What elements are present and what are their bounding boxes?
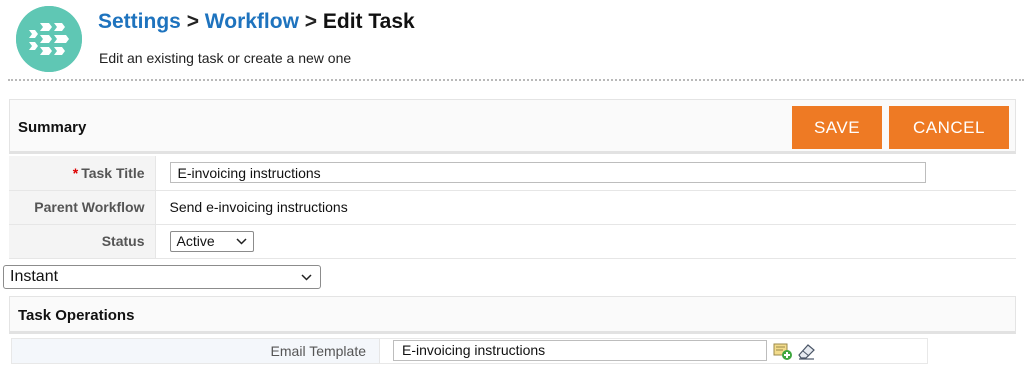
parent-workflow-row: Parent Workflow Send e-invoicing instruc… xyxy=(9,190,1016,225)
task-title-input[interactable] xyxy=(169,162,926,184)
app-logo xyxy=(16,6,82,72)
save-button[interactable]: SAVE xyxy=(792,106,882,149)
chevron-down-icon xyxy=(301,273,312,281)
chevron-down-icon xyxy=(235,237,247,245)
eraser-icon[interactable] xyxy=(796,341,818,361)
logo-arrows-icon xyxy=(16,6,82,72)
breadcrumb-separator: > xyxy=(186,10,199,33)
parent-workflow-value: Send e-invoicing instructions xyxy=(155,190,1016,225)
trigger-selected-value: Instant xyxy=(10,268,59,285)
header-divider xyxy=(8,79,1024,81)
task-operations-header: Task Operations xyxy=(9,296,1016,334)
breadcrumb-separator: > xyxy=(304,10,318,33)
summary-title: Summary xyxy=(18,119,87,136)
add-template-icon[interactable] xyxy=(772,341,794,361)
email-template-field[interactable]: E-invoicing instructions xyxy=(393,340,767,361)
status-row: Status Active xyxy=(9,224,1016,259)
parent-workflow-label: Parent Workflow xyxy=(9,190,156,225)
status-select[interactable]: Active xyxy=(169,230,254,252)
breadcrumb-settings-link[interactable]: Settings xyxy=(98,10,181,33)
email-template-row: Email Template E-invoicing instructions xyxy=(11,338,928,364)
cancel-button[interactable]: CANCEL xyxy=(889,106,1009,149)
status-selected-value: Active xyxy=(176,233,215,249)
email-template-label: Email Template xyxy=(12,339,380,363)
status-label: Status xyxy=(9,224,156,259)
page-title: Edit Task xyxy=(322,10,415,33)
task-title-label: * Task Title xyxy=(9,156,156,191)
breadcrumb-workflow-link[interactable]: Workflow xyxy=(205,10,299,33)
task-title-row: * Task Title xyxy=(9,156,1016,191)
trigger-type-select[interactable]: Instant xyxy=(3,265,321,289)
required-marker: * xyxy=(72,164,79,181)
page-subtitle: Edit an existing task or create a new on… xyxy=(99,50,352,66)
task-form: *Task Title Parent Workflow Send e-invoi… xyxy=(9,156,1016,259)
breadcrumb: Settings > Workflow > Edit Task xyxy=(98,10,415,34)
summary-section-header: Summary SAVE CANCEL xyxy=(9,99,1016,154)
task-title-label-text: Task Title xyxy=(81,164,145,181)
task-operations-title: Task Operations xyxy=(18,307,135,324)
